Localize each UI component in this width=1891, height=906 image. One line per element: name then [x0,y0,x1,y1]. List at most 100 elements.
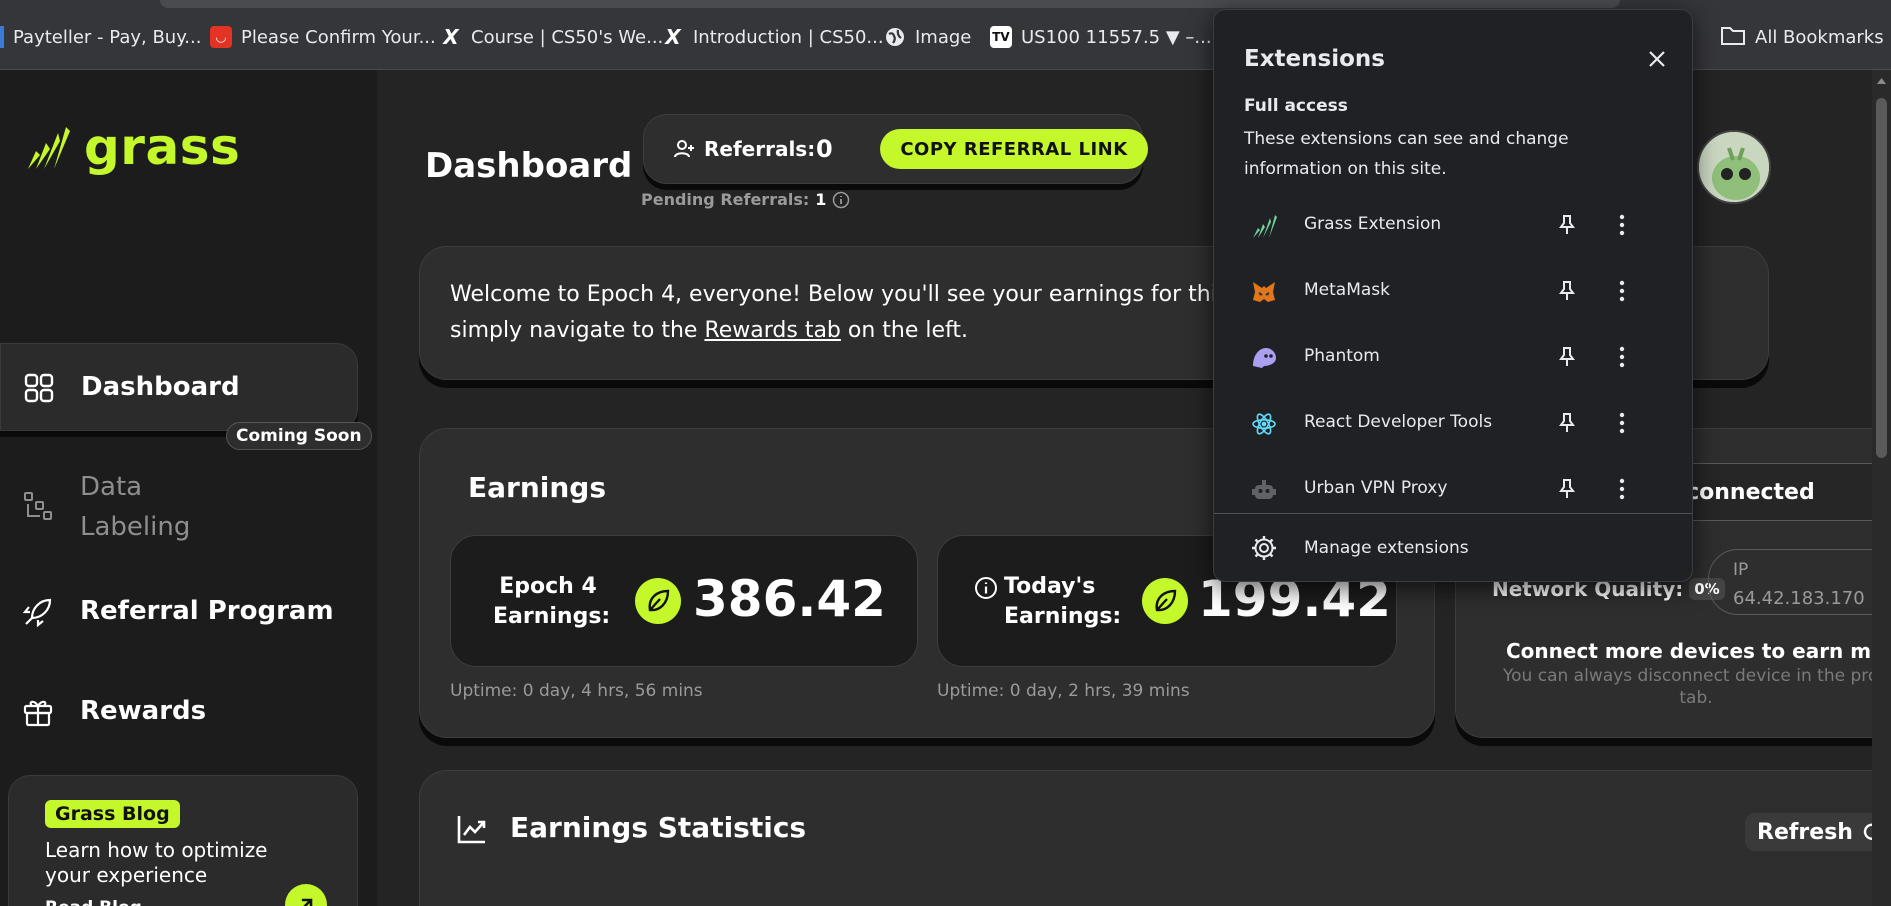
extensions-popup: Extensions Full access These extensions … [1213,9,1693,582]
sidebar-item-label: Rewards [80,696,207,726]
pin-icon[interactable] [1552,342,1582,372]
extension-row-phantom[interactable]: Phantom [1214,326,1692,388]
copy-referral-link-button[interactable]: COPY REFERRAL LINK [880,129,1148,169]
add-user-icon [674,140,694,158]
epoch-earnings-label: Epoch 4 Earnings: [493,572,611,632]
sidebar-item-dashboard[interactable]: Dashboard [0,343,358,431]
avatar-image [1699,132,1769,202]
sidebar-item-label: Referral Program [80,596,334,626]
close-icon [1649,51,1665,67]
metamask-icon [1250,278,1278,306]
extension-row-metamask[interactable]: MetaMask [1214,260,1692,322]
pending-referrals-label: Pending Referrals: [641,190,810,209]
bookmark-label: Payteller - Pay, Buy... [13,26,202,48]
ip-box: IP 64.42.183.170 [1708,549,1891,615]
full-access-heading: Full access [1244,96,1348,116]
sidebar-item-label: Data Labeling [80,472,191,542]
extension-row-urban-vpn[interactable]: Urban VPN Proxy [1214,458,1692,520]
page-scrollbar[interactable] [1872,70,1891,906]
extension-row-grass[interactable]: Grass Extension [1214,194,1692,256]
blog-description: Learn how to optimize your experience [45,838,268,887]
blog-tag: Grass Blog [45,800,180,828]
sidebar-item-label: Dashboard [81,372,240,402]
data-labeling-icon [24,492,52,520]
bookmark-image[interactable]: Image [884,24,971,50]
page-title: Dashboard [425,146,633,186]
phantom-icon [1250,344,1278,372]
grass-icon [1250,212,1278,240]
leaf-coin-icon [635,578,681,624]
all-bookmarks[interactable]: All Bookmarks [1720,24,1884,50]
payteller-icon [0,26,4,48]
avatar[interactable] [1697,130,1771,204]
aliexpress-icon: ◡ [210,26,232,48]
chart-line-icon [457,816,486,844]
bookmark-cs50-web[interactable]: X Course | CS50's We... [440,24,663,50]
manage-extensions-label: Manage extensions [1304,538,1469,558]
folder-icon [1720,24,1746,51]
sidebar-item-data-labeling[interactable]: Data Labeling [0,462,358,552]
scrollbar-thumb[interactable] [1876,98,1887,458]
refresh-label: Refresh [1757,819,1853,845]
bookmark-label: US100 11557.5 ▼ –... [1021,26,1212,48]
gear-icon [1252,536,1276,560]
rewards-tab-link[interactable]: Rewards tab [704,318,840,343]
earnings-title: Earnings [468,471,607,504]
grass-logo-icon [28,127,70,169]
epoch-label-line-2: Earnings: [493,604,611,629]
referrals-label-group: Referrals: [672,137,815,161]
more-vert-icon[interactable] [1607,408,1637,438]
bookmark-confirm[interactable]: ◡ Please Confirm Your... [210,24,436,50]
bookmark-label: Image [915,26,972,48]
cs50-icon: X [665,25,681,49]
scroll-up-icon[interactable] [1876,76,1887,86]
today-earnings-label: Today's Earnings: [1004,572,1122,632]
urban-vpn-icon [1250,476,1278,504]
tradingview-icon: TV [990,26,1012,48]
divider [1214,513,1692,514]
ip-value: 64.42.183.170 [1733,588,1865,609]
connect-more-subtext: You can always disconnect device in the … [1503,666,1889,708]
react-icon [1250,410,1278,438]
epoch-earnings-value: 386.42 [693,570,886,628]
more-vert-icon[interactable] [1607,342,1637,372]
info-icon[interactable] [832,191,850,209]
grass-logo[interactable]: grass [24,118,240,176]
bookmark-label: Course | CS50's We... [471,26,664,48]
extension-row-react-devtools[interactable]: React Developer Tools [1214,392,1692,454]
bookmark-payteller[interactable]: Payteller - Pay, Buy... [0,24,201,50]
more-vert-icon[interactable] [1607,210,1637,240]
pin-icon[interactable] [1552,408,1582,438]
extension-name: Grass Extension [1304,214,1442,234]
welcome-text-after: on the left. [840,318,969,343]
close-button[interactable] [1642,44,1672,74]
gift-icon [23,700,53,727]
sidebar: grass Dashboard Data Labeling Coming Soo… [0,70,377,906]
referrals-pill: Referrals: 0 COPY REFERRAL LINK [643,114,1148,184]
pin-icon[interactable] [1552,210,1582,240]
ip-label: IP [1733,560,1749,580]
pin-icon[interactable] [1552,474,1582,504]
pending-referrals: Pending Referrals: 1 [641,190,850,209]
read-blog-link[interactable]: Read Blog [45,898,142,906]
cs50-icon: X [443,25,459,49]
earnings-statistics-card: Earnings Statistics Refresh [419,770,1891,906]
sidebar-item-rewards[interactable]: Rewards [0,688,358,736]
today-uptime: Uptime: 0 day, 2 hrs, 39 mins [937,681,1190,701]
more-vert-icon[interactable] [1607,276,1637,306]
more-vert-icon[interactable] [1607,474,1637,504]
coming-soon-badge: Coming Soon [226,422,372,450]
bookmark-us100[interactable]: TV US100 11557.5 ▼ –... [990,24,1212,50]
referrals-label: Referrals: [704,137,816,161]
manage-extensions-row[interactable]: Manage extensions [1214,520,1692,576]
info-icon[interactable] [974,576,998,600]
pin-icon[interactable] [1552,276,1582,306]
today-label-line-2: Earnings: [1004,604,1122,629]
arrow-up-right-icon [301,898,313,906]
sidebar-item-referral-program[interactable]: Referral Program [0,588,358,636]
welcome-text-before: simply navigate to the [450,318,705,343]
bookmark-cs50-intro[interactable]: X Introduction | CS50... [662,24,883,50]
full-access-description: These extensions can see and change info… [1244,129,1569,179]
epoch-label-line-1: Epoch 4 [499,574,597,599]
refresh-button[interactable]: Refresh [1745,813,1891,851]
